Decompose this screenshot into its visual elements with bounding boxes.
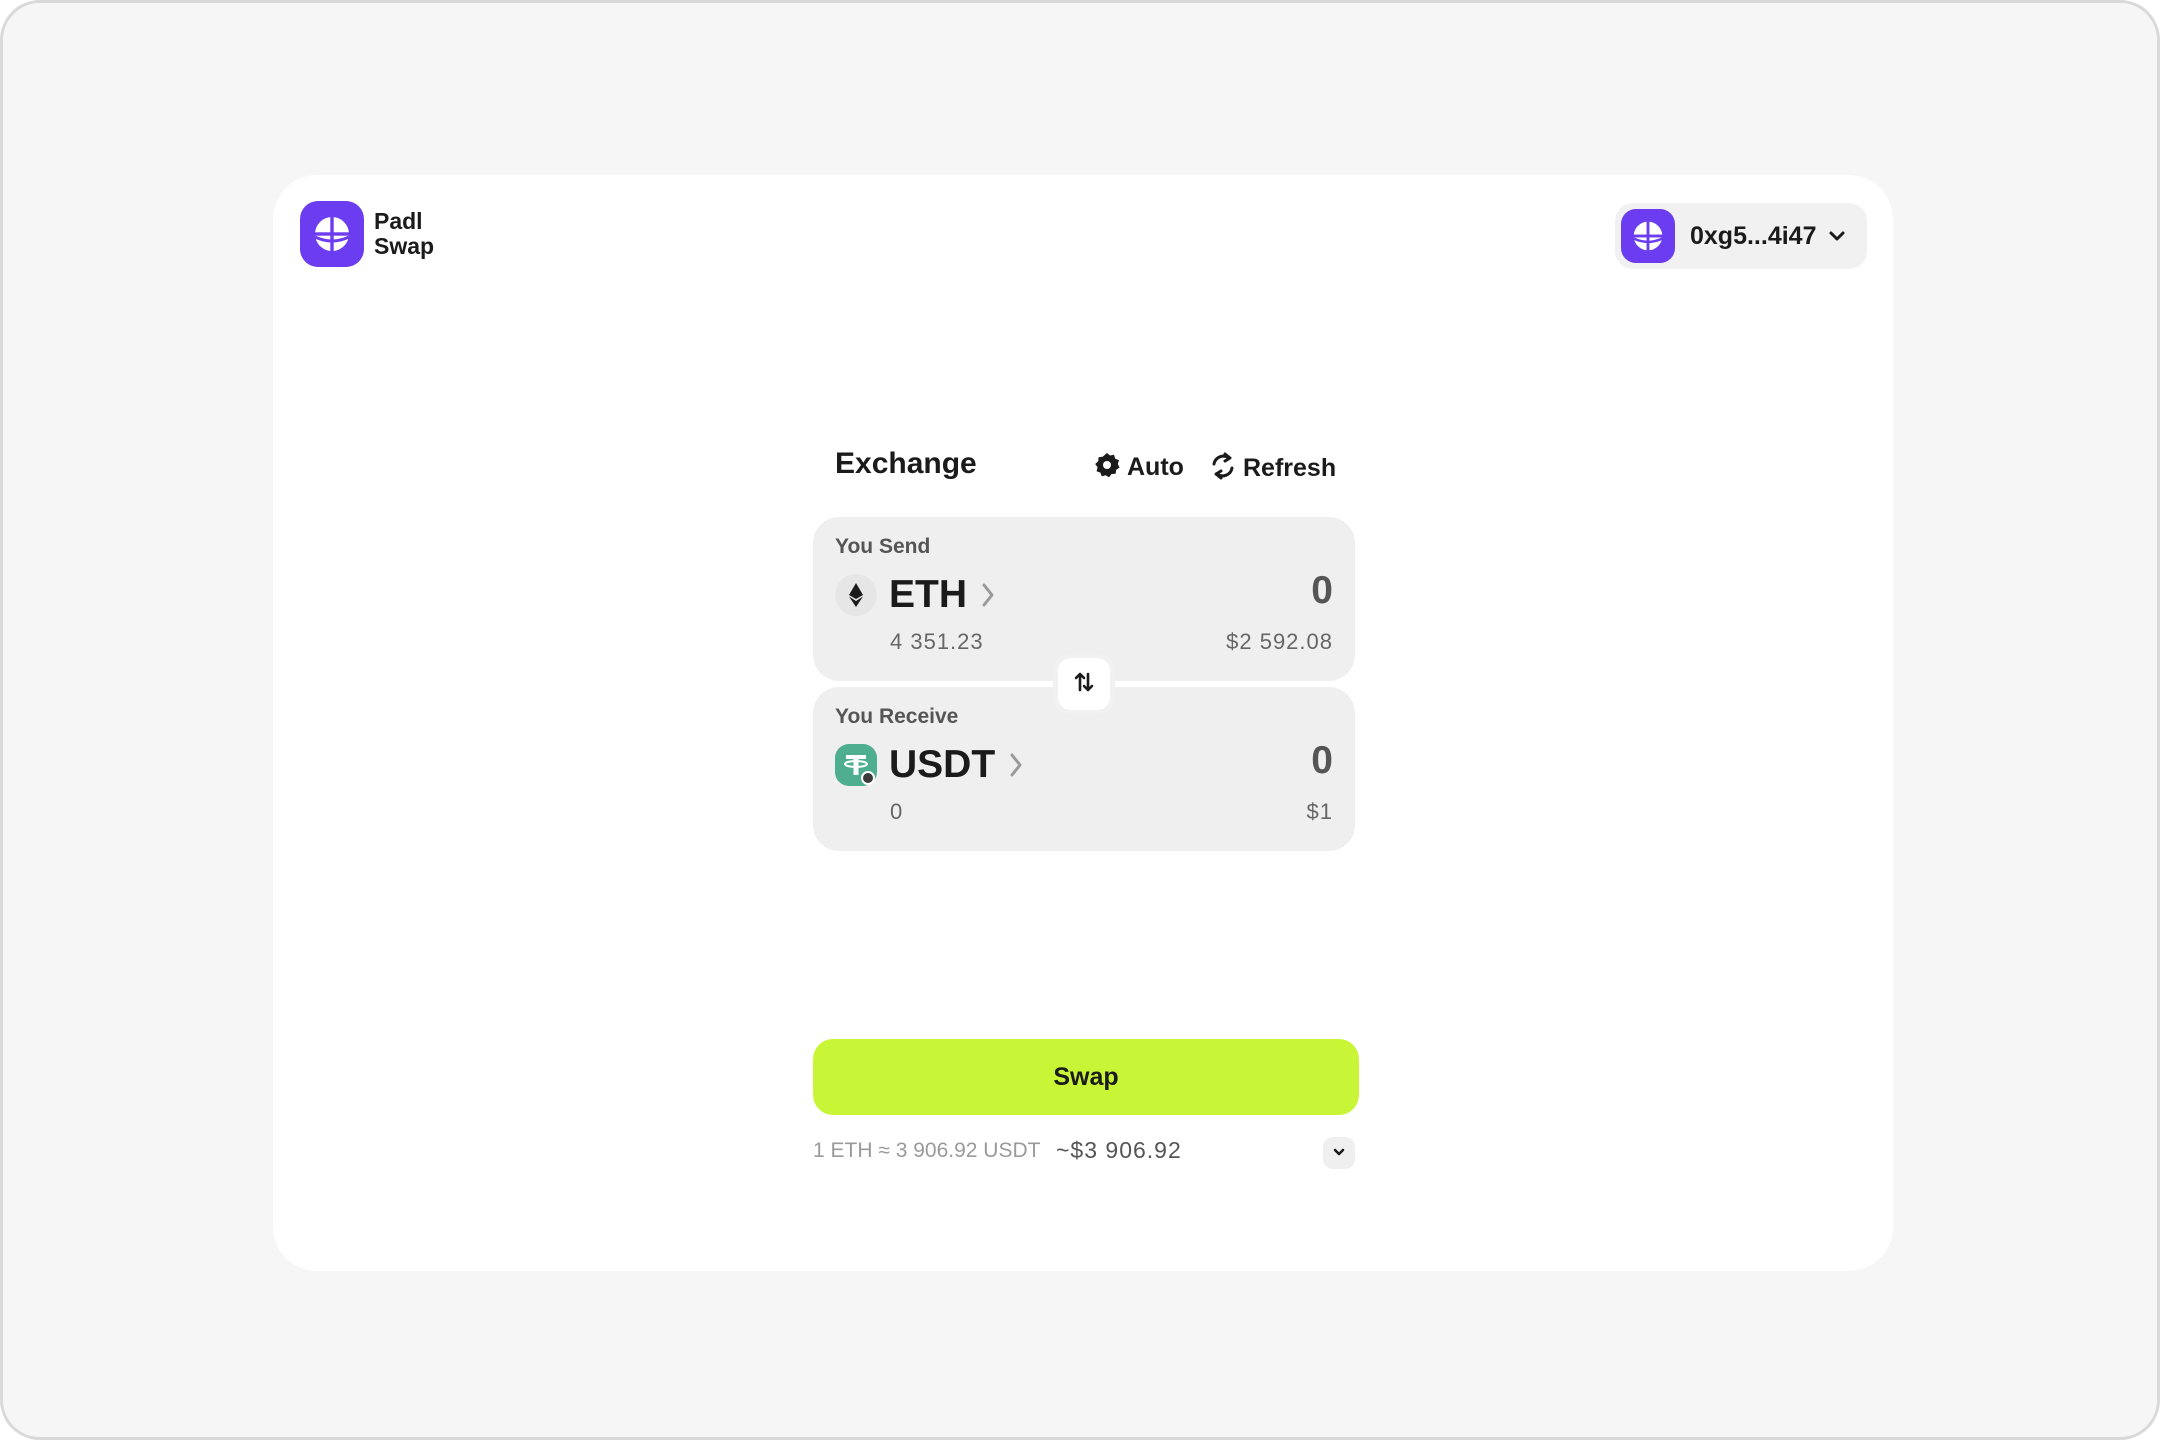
wallet-address: 0xg5...4i47 (1690, 221, 1817, 250)
refresh-label: Refresh (1243, 454, 1337, 482)
exchange-rate-fiat: ~$3 906.92 (1056, 1137, 1182, 1163)
send-amount-input[interactable]: 0 (1311, 569, 1333, 613)
receive-token-symbol: USDT (889, 743, 996, 786)
exchange-widget: Exchange Auto Refresh You Send ETH 0 4 3… (813, 437, 1359, 1169)
wallet-button[interactable]: 0xg5...4i47 (1615, 203, 1867, 269)
refresh-icon (1209, 451, 1237, 486)
chevron-down-icon (1828, 230, 1846, 242)
receive-fiat-value: $1 (1306, 799, 1333, 824)
brand-name: Padl Swap (374, 209, 434, 259)
receive-label: You Receive (835, 705, 959, 728)
rate-row: 1 ETH ≈ 3 906.92 USDT ~$3 906.92 (813, 1135, 1359, 1175)
chevron-down-icon (1332, 1144, 1346, 1162)
chevron-right-icon (981, 582, 995, 608)
exchange-rate: 1 ETH ≈ 3 906.92 USDT (813, 1139, 1041, 1162)
refresh-button[interactable]: Refresh (1209, 451, 1336, 486)
send-label: You Send (835, 535, 931, 558)
auto-button[interactable]: Auto (1093, 451, 1184, 484)
globe-icon (300, 201, 364, 267)
send-token-selector[interactable]: ETH (835, 573, 995, 617)
receive-token-selector[interactable]: USDT (835, 743, 1023, 787)
browser-viewport: Padl Swap 0xg5...4i47 Exchange Auto Refr… (0, 0, 2160, 1440)
send-token-symbol: ETH (889, 573, 967, 616)
send-fiat-value: $2 592.08 (1226, 629, 1333, 654)
swap-arrows-icon (1072, 670, 1096, 699)
tether-icon (835, 744, 877, 786)
send-balance: 4 351.23 (890, 629, 984, 654)
receive-balance: 0 (890, 799, 904, 824)
chevron-right-icon (1009, 752, 1023, 778)
receive-amount: 0 (1311, 739, 1333, 782)
app-container: Padl Swap 0xg5...4i47 Exchange Auto Refr… (273, 175, 1893, 1271)
exchange-header: Exchange Auto Refresh (813, 437, 1359, 517)
exchange-title: Exchange (835, 447, 977, 480)
brand-logo[interactable]: Padl Swap (300, 201, 434, 267)
ethereum-icon (835, 574, 877, 616)
auto-label: Auto (1127, 453, 1184, 481)
details-toggle-button[interactable] (1323, 1137, 1355, 1169)
switch-tokens-button[interactable] (1053, 653, 1115, 715)
brand-name-line2: Swap (374, 233, 435, 259)
swap-button[interactable]: Swap (813, 1039, 1359, 1115)
brand-name-line1: Padl (374, 208, 423, 234)
globe-icon (1621, 209, 1675, 263)
gear-icon (1093, 451, 1121, 484)
